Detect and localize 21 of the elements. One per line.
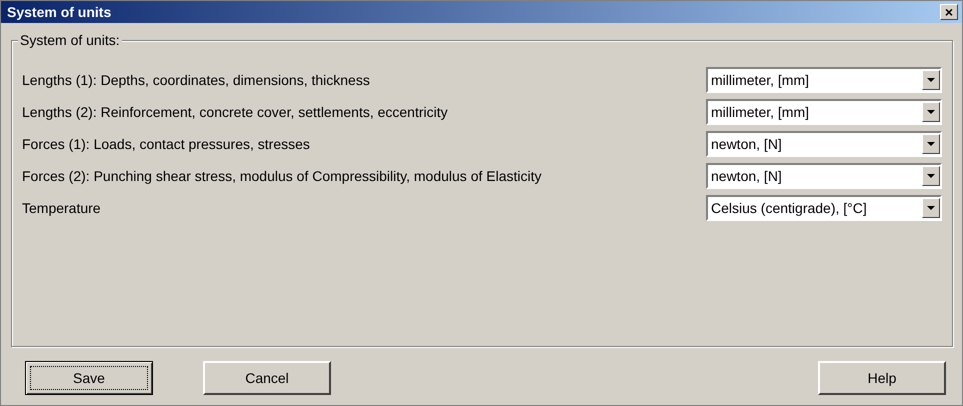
unit-label: Lengths (1): Depths, coordinates, dimensions, thickness [22,72,370,88]
unit-dropdown[interactable]: millimeter, [mm] [706,99,942,125]
dropdown-value: Celsius (centigrade), [°C] [711,200,867,216]
cancel-button[interactable]: Cancel [203,361,331,395]
save-button[interactable]: Save [25,361,153,395]
unit-label: Forces (2): Punching shear stress, modulus of Compressibility, modulus of Elasticity [22,168,542,184]
dropdown-value: newton, [N] [711,136,782,152]
help-button[interactable]: Help [818,361,946,395]
dropdown-value: millimeter, [mm] [711,72,809,88]
unit-dropdown[interactable]: newton, [N] [706,131,942,157]
unit-dropdown[interactable]: Celsius (centigrade), [°C] [706,195,942,221]
window-title: System of units [7,4,112,20]
close-button[interactable]: × [940,4,958,20]
dropdown-value: millimeter, [mm] [711,104,809,120]
group-title: System of units: [18,32,122,48]
unit-label: Forces (1): Loads, contact pressures, stresses [22,136,310,152]
dropdown-value: newton, [N] [711,168,782,184]
unit-label: Lengths (2): Reinforcement, concrete cover, settlements, eccentricity [22,104,448,120]
unit-dropdown[interactable]: newton, [N] [706,163,942,189]
unit-label: Temperature [22,200,101,216]
unit-dropdown[interactable]: millimeter, [mm] [706,67,942,93]
